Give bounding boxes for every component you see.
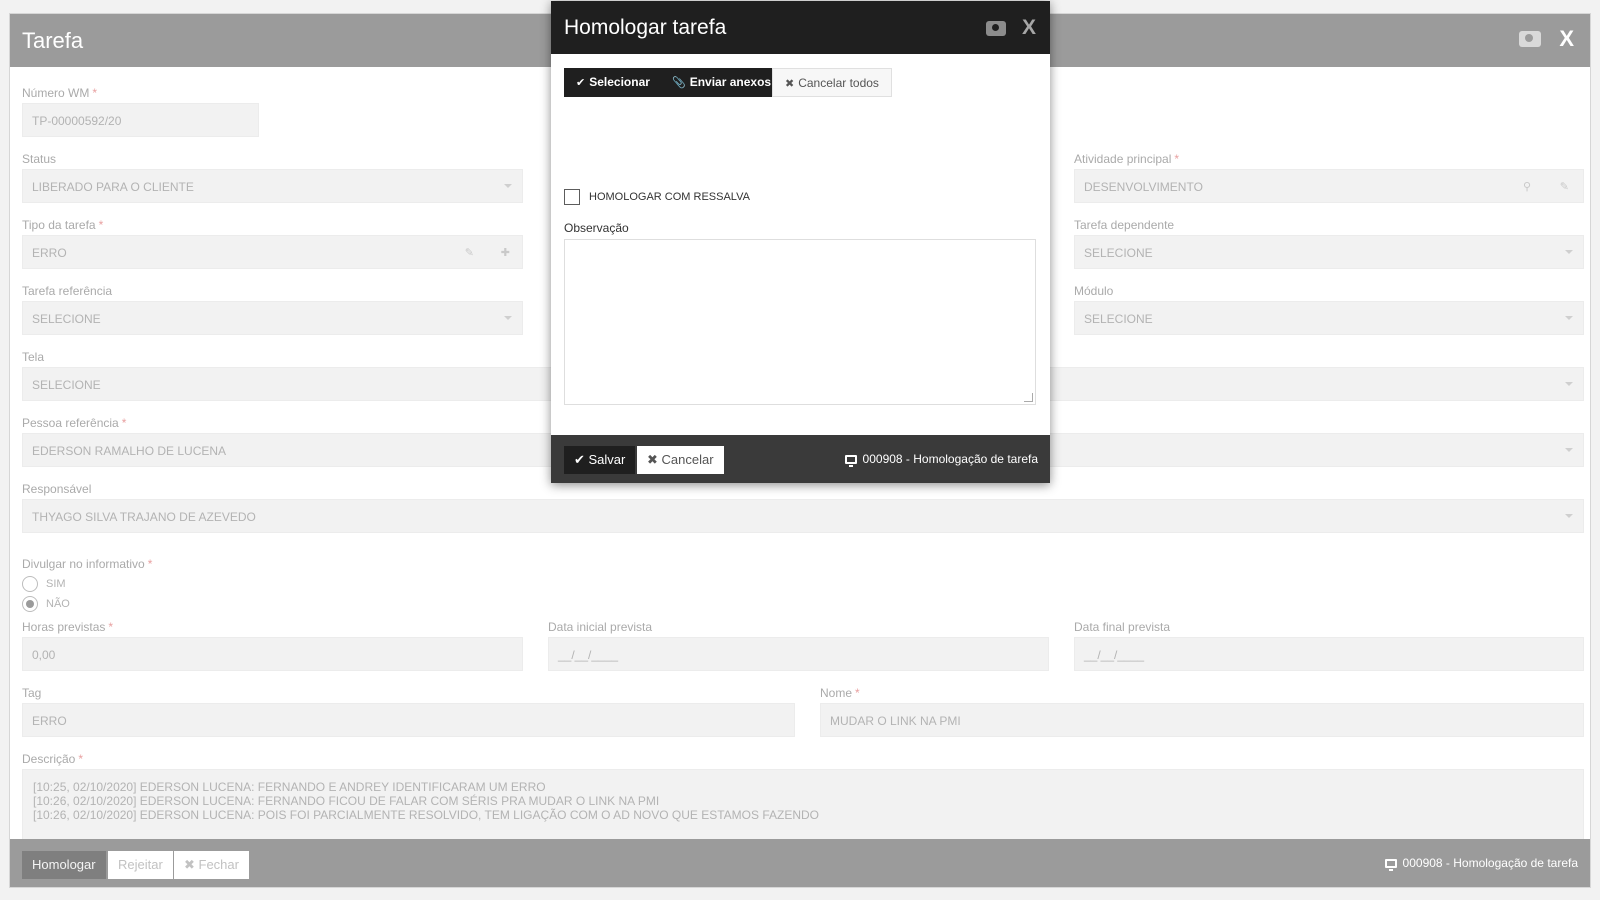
tipo-tarefa-label: Tipo da tarefa *	[22, 218, 104, 232]
tarefa-referencia-label: Tarefa referência	[22, 284, 113, 298]
radio-sim-label: SIM	[46, 578, 66, 590]
check-icon: ✔	[574, 452, 589, 467]
tarefa-dependente-select[interactable]: SELECIONE	[1074, 235, 1584, 269]
descricao-line: [10:25, 02/10/2020] EDERSON LUCENA: FERN…	[33, 780, 546, 794]
descricao-textarea[interactable]: [10:25, 02/10/2020] EDERSON LUCENA: FERN…	[22, 769, 1584, 844]
times-icon: ✖	[785, 78, 795, 90]
footer-info: 000908 - Homologação de tarefa	[1384, 856, 1578, 871]
window-title: Tarefa	[22, 28, 84, 53]
salvar-button[interactable]: ✔ Salvar	[564, 446, 636, 474]
radio-sim[interactable]	[22, 576, 38, 592]
search-icon: ⚲	[1522, 181, 1531, 193]
camera-icon[interactable]	[1519, 31, 1542, 47]
homologar-modal: Homologar tarefa X ✔ Selecionar 📎 Enviar a…	[551, 1, 1050, 483]
modulo-select[interactable]: SELECIONE	[1074, 301, 1584, 335]
camera-icon[interactable]	[985, 20, 1006, 36]
responsavel-select[interactable]: THYAGO SILVA TRAJANO DE AZEVEDO	[22, 499, 1584, 533]
caret-down-icon	[1565, 382, 1573, 386]
pessoa-referencia-label: Pessoa referência *	[22, 416, 127, 430]
responsavel-label: Responsável	[22, 482, 92, 496]
paperclip-icon: 📎	[672, 77, 686, 89]
observacao-textarea[interactable]	[564, 239, 1036, 405]
pencil-icon: ✎	[464, 247, 474, 259]
descricao-line: [10:26, 02/10/2020] EDERSON LUCENA: FERN…	[33, 794, 660, 808]
modulo-label: Módulo	[1074, 284, 1114, 298]
atividade-principal-input[interactable]: DESENVOLVIMENTO ⚲ ✎	[1074, 169, 1584, 203]
caret-down-icon	[1565, 250, 1573, 254]
homologar-ressalva-label: HOMOLOGAR COM RESSALVA	[589, 191, 750, 203]
enviar-anexos-button[interactable]: 📎 Enviar anexos	[660, 68, 784, 97]
check-icon: ✔	[576, 77, 586, 89]
monitor-icon	[1384, 858, 1397, 871]
homologar-ressalva-checkbox[interactable]	[564, 189, 580, 205]
times-icon: ✖	[647, 452, 662, 467]
atividade-principal-label: Atividade principal *	[1074, 152, 1180, 166]
tag-input[interactable]: ERRO	[22, 703, 795, 737]
status-select[interactable]: LIBERADO PARA O CLIENTE	[22, 169, 523, 203]
close-icon[interactable]: X	[1022, 17, 1036, 38]
tela-label: Tela	[22, 350, 45, 364]
times-icon: ✖	[184, 857, 199, 872]
tarefa-footer: Homologar Rejeitar ✖ Fechar 000908 - Hom…	[10, 839, 1590, 887]
cancelar-button[interactable]: ✖ Cancelar	[637, 446, 724, 474]
modal-footer: ✔ Salvar ✖ Cancelar 000908 - Homologação…	[551, 435, 1050, 483]
divulgar-label: Divulgar no informativo *	[22, 557, 153, 571]
tag-label: Tag	[22, 686, 42, 700]
caret-down-icon	[504, 184, 512, 188]
tarefa-referencia-select[interactable]: SELECIONE	[22, 301, 523, 335]
cancelar-todos-button[interactable]: ✖ Cancelar todos	[772, 68, 892, 97]
data-inicial-input[interactable]: __/__/____	[548, 637, 1049, 671]
caret-down-icon	[1565, 514, 1573, 518]
observacao-label: Observação	[564, 221, 629, 235]
caret-down-icon	[1565, 448, 1573, 452]
rejeitar-button[interactable]: Rejeitar	[108, 851, 173, 879]
modal-header: Homologar tarefa X	[551, 1, 1050, 54]
data-final-label: Data final prevista	[1074, 620, 1171, 634]
descricao-line: [10:26, 02/10/2020] EDERSON LUCENA: POIS…	[33, 808, 819, 822]
modal-footer-info: 000908 - Homologação de tarefa	[844, 452, 1038, 467]
homologar-button[interactable]: Homologar	[22, 851, 106, 879]
selecionar-button[interactable]: ✔ Selecionar	[564, 68, 662, 97]
fechar-button[interactable]: ✖ Fechar	[174, 851, 249, 879]
radio-nao[interactable]	[22, 596, 38, 612]
tarefa-dependente-label: Tarefa dependente	[1074, 218, 1175, 232]
numero-wm-label: Número WM *	[22, 86, 98, 100]
descricao-label: Descrição *	[22, 752, 84, 766]
nome-input[interactable]: MUDAR O LINK NA PMI	[820, 703, 1584, 737]
pencil-icon: ✎	[1559, 181, 1569, 193]
tipo-tarefa-input[interactable]: ERRO ✎ ✚	[22, 235, 523, 269]
data-inicial-label: Data inicial prevista	[548, 620, 653, 634]
close-icon[interactable]: X	[1559, 28, 1574, 50]
horas-previstas-input[interactable]: 0,00	[22, 637, 523, 671]
caret-down-icon	[504, 316, 512, 320]
resize-handle[interactable]	[1024, 393, 1033, 402]
radio-nao-label: NÃO	[46, 598, 70, 610]
status-label: Status	[22, 152, 57, 166]
plus-icon: ✚	[500, 247, 510, 259]
modal-title: Homologar tarefa	[564, 16, 727, 39]
caret-down-icon	[1565, 316, 1573, 320]
data-final-input[interactable]: __/__/____	[1074, 637, 1584, 671]
horas-previstas-label: Horas previstas *	[22, 620, 114, 634]
nome-label: Nome *	[820, 686, 860, 700]
monitor-icon	[844, 454, 857, 467]
numero-wm-input[interactable]: TP-00000592/20	[22, 103, 259, 137]
